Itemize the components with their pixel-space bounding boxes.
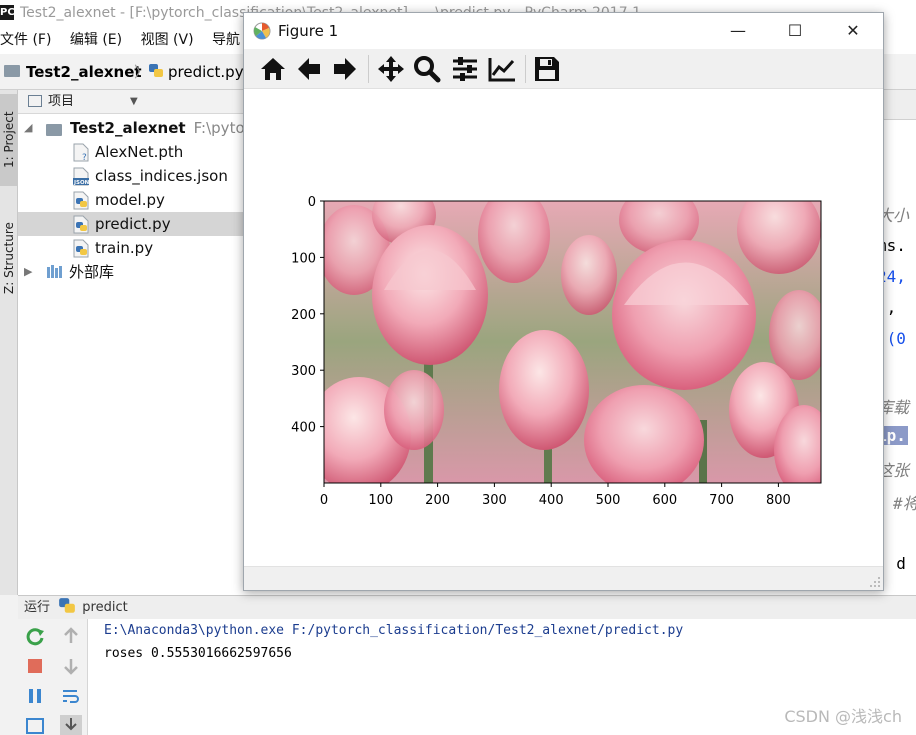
- save-icon[interactable]: [532, 55, 562, 83]
- resize-grip-icon[interactable]: [869, 576, 881, 588]
- tool-window-strip: 1: Project Z: Structure: [0, 90, 18, 595]
- breadcrumb-file[interactable]: predict.py: [148, 54, 244, 90]
- run-console[interactable]: E:\Anaconda3\python.exe F:/pytorch_class…: [88, 619, 916, 735]
- library-icon: [47, 265, 62, 278]
- project-name: Test2_alexnet: [70, 119, 186, 137]
- figure-toolbar: [244, 49, 883, 89]
- folder-icon: [46, 124, 62, 136]
- unknown-file-icon: ?: [73, 143, 89, 162]
- forward-icon[interactable]: [330, 55, 360, 83]
- tab-structure[interactable]: Z: Structure: [0, 210, 18, 306]
- figure-canvas[interactable]: 0 100 200 300 400 500 600 700 800 0 100 200 300 400: [244, 90, 883, 565]
- console-command-line: E:\Anaconda3\python.exe F:/pytorch_class…: [104, 623, 684, 638]
- x-tick-label: 400: [539, 493, 564, 508]
- y-tick-label: 400: [291, 421, 316, 436]
- project-path: F:\pytorch: [193, 119, 243, 137]
- y-axis: 0 100 200 300 400: [291, 195, 324, 436]
- run-label: 运行: [24, 600, 51, 615]
- stop-icon[interactable]: [24, 655, 46, 677]
- figure-title-bar[interactable]: Figure 1 — ☐ ✕: [244, 13, 883, 49]
- configure-subplots-icon[interactable]: [450, 55, 480, 83]
- menu-edit[interactable]: 编辑 (E): [70, 32, 122, 48]
- x-tick-label: 100: [368, 493, 393, 508]
- y-tick-label: 0: [308, 195, 316, 210]
- back-icon[interactable]: [294, 55, 324, 83]
- python-file-icon: [73, 191, 89, 210]
- x-tick-label: 0: [320, 493, 328, 508]
- zoom-icon[interactable]: [412, 55, 442, 83]
- project-view-icon: [28, 94, 42, 107]
- pan-icon[interactable]: [376, 55, 406, 83]
- run-panel-header: 运行 predict: [18, 595, 916, 619]
- x-tick-label: 200: [425, 493, 450, 508]
- expand-arrow-icon[interactable]: ▶: [24, 260, 32, 284]
- tree-item-external-libs[interactable]: ▶ 外部库: [18, 260, 243, 284]
- tree-root[interactable]: ◢ Test2_alexnet F:\pytorch: [18, 116, 243, 140]
- tab-project[interactable]: 1: Project: [0, 94, 18, 186]
- svg-text:JSON: JSON: [73, 180, 89, 186]
- folder-icon: [4, 64, 20, 77]
- breadcrumb-separator: 〉: [134, 63, 150, 81]
- maximize-button[interactable]: ☐: [772, 13, 818, 49]
- python-config-icon: [59, 597, 76, 613]
- python-file-icon: [73, 215, 89, 234]
- pycharm-icon: PC: [0, 5, 15, 20]
- python-file-icon: [149, 63, 163, 77]
- watermark: CSDN @浅浅ch: [784, 707, 902, 726]
- y-tick-label: 200: [291, 308, 316, 323]
- toolbar-separator: [525, 55, 526, 83]
- x-tick-label: 500: [596, 493, 621, 508]
- tulip-image: [324, 201, 821, 483]
- figure-window: Figure 1 — ☐ ✕ 0 100 200 300 400 500 600…: [243, 12, 884, 591]
- y-tick-label: 300: [291, 364, 316, 379]
- tree-item-train-py[interactable]: train.py: [18, 236, 243, 260]
- root: PC Test2_alexnet - [F:\pytorch_classific…: [0, 0, 916, 735]
- tree-item-model-py[interactable]: model.py: [18, 188, 243, 212]
- tree-item-alexnet-pth[interactable]: ? AlexNet.pth: [18, 140, 243, 164]
- pause-icon[interactable]: [24, 685, 46, 707]
- x-tick-label: 700: [709, 493, 734, 508]
- svg-text:?: ?: [82, 153, 87, 162]
- chevron-down-icon[interactable]: ▼: [130, 90, 138, 114]
- project-panel: 项目 ▼ ◢ Test2_alexnet F:\pytorch ? AlexNet…: [18, 90, 243, 595]
- menu-file[interactable]: 文件 (F): [0, 32, 51, 48]
- x-tick-label: 600: [652, 493, 677, 508]
- menu-view[interactable]: 视图 (V): [141, 32, 194, 48]
- tree-item-predict-py[interactable]: predict.py: [18, 212, 243, 236]
- arrow-down-icon[interactable]: [60, 655, 82, 677]
- plot-area[interactable]: 0 100 200 300 400 500 600 700 800 0 100 200 300 400: [244, 90, 883, 565]
- expand-arrow-icon[interactable]: ◢: [24, 116, 32, 140]
- home-icon[interactable]: [258, 55, 288, 83]
- scroll-to-end-icon[interactable]: [60, 715, 82, 735]
- project-panel-header[interactable]: 项目 ▼: [18, 90, 243, 114]
- run-config-name[interactable]: predict: [82, 600, 127, 615]
- tree-item-class-indices[interactable]: JSON class_indices.json: [18, 164, 243, 188]
- json-file-icon: JSON: [73, 167, 89, 186]
- y-tick-label: 100: [291, 251, 316, 266]
- figure-status-bar: [244, 566, 883, 590]
- layout-icon[interactable]: [24, 715, 46, 735]
- breadcrumb-project[interactable]: Test2_alexnet: [4, 54, 142, 90]
- arrow-up-icon[interactable]: [60, 625, 82, 647]
- rerun-icon[interactable]: [24, 625, 46, 647]
- run-toolbar: [18, 619, 88, 735]
- x-tick-label: 800: [766, 493, 791, 508]
- python-file-icon: [73, 239, 89, 258]
- edit-axis-icon[interactable]: [487, 55, 517, 83]
- code-fragment: #将: [893, 494, 916, 513]
- console-output-line: roses 0.5553016662597656: [104, 646, 292, 661]
- soft-wrap-icon[interactable]: [60, 685, 82, 707]
- x-axis: 0 100 200 300 400 500 600 700 800: [320, 483, 791, 508]
- toolbar-separator: [368, 55, 369, 83]
- figure-title: Figure 1: [278, 22, 339, 40]
- minimize-button[interactable]: —: [715, 13, 761, 49]
- close-button[interactable]: ✕: [830, 13, 876, 49]
- matplotlib-icon: [253, 22, 271, 40]
- x-tick-label: 300: [482, 493, 507, 508]
